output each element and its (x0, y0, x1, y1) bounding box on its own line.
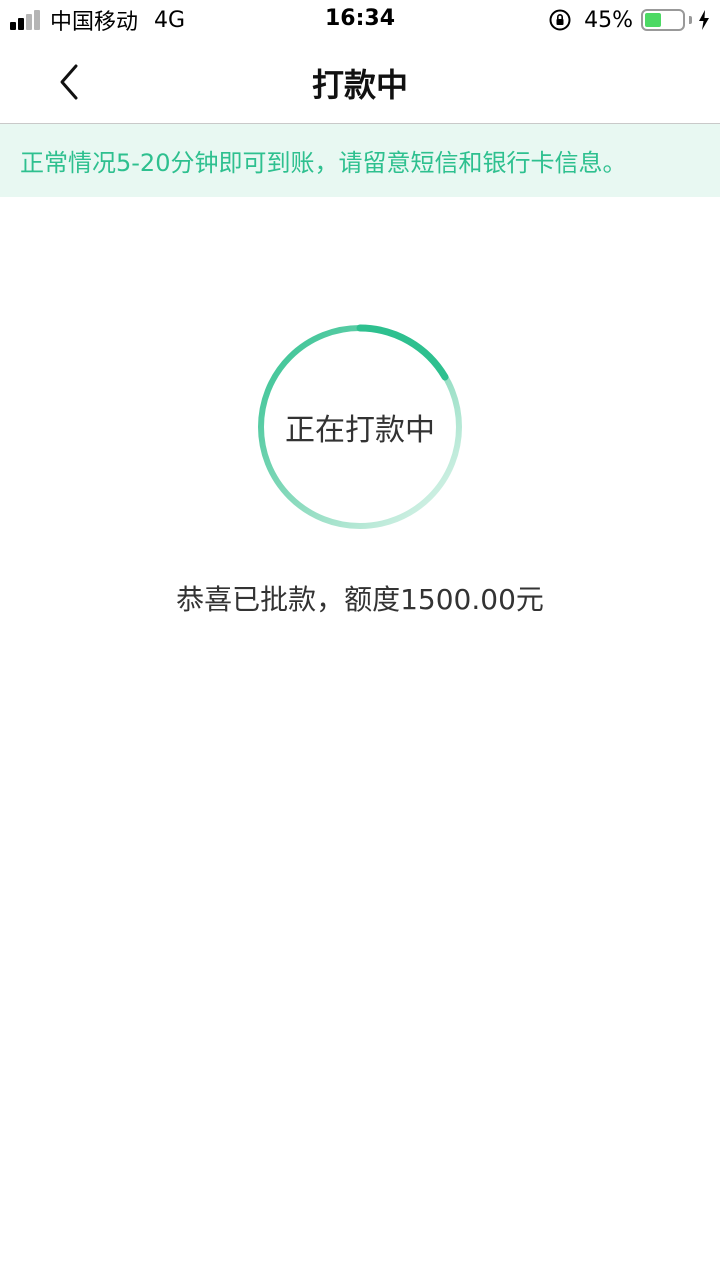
status-right: 45% (548, 6, 710, 34)
nav-bar: 打款中 (0, 40, 720, 124)
approval-message: 恭喜已批款，额度1500.00元 (176, 583, 544, 616)
screen: 中国移动 4G 16:34 45% 打款中 正常情况5-20分钟即可到账，请留意… (0, 0, 720, 1280)
progress-label: 正在打款中 (285, 413, 435, 448)
progress-ring: 正在打款中 (255, 322, 465, 532)
rotation-lock-icon (549, 9, 571, 31)
battery-fill (645, 13, 661, 27)
charging-bolt-icon (699, 10, 709, 30)
battery-tip (689, 16, 692, 24)
notice-banner: 正常情况5-20分钟即可到账，请留意短信和银行卡信息。 (0, 124, 720, 197)
page-title: 打款中 (311, 66, 408, 104)
notice-text: 正常情况5-20分钟即可到账，请留意短信和银行卡信息。 (20, 149, 627, 177)
status-bar: 中国移动 4G 16:34 45% (0, 0, 720, 40)
battery-icon (641, 9, 685, 31)
battery-percent: 45% (584, 7, 633, 33)
